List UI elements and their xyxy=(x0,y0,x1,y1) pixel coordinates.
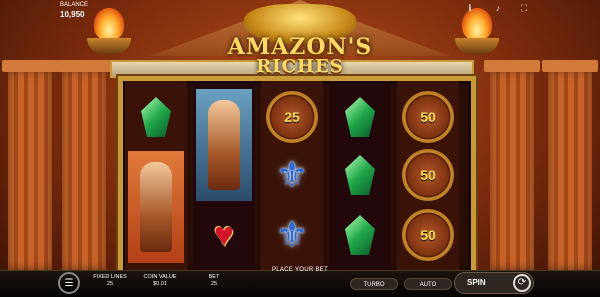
symbol-green-gem xyxy=(332,89,388,145)
shield-icon: 50 xyxy=(402,209,454,261)
temple-pillar-right-inner xyxy=(484,60,540,270)
symbol-red-heart: ♥ xyxy=(196,207,252,263)
symbol-green-gem xyxy=(332,207,388,263)
warrior-blue-icon xyxy=(208,100,240,190)
bet-label: BET xyxy=(208,274,220,280)
logo-line-1: AMAZON'S xyxy=(227,34,373,60)
auto-button[interactable]: AUTO xyxy=(404,278,452,290)
symbol-warrior-woman xyxy=(128,151,184,263)
reel-2: ♥ xyxy=(193,81,255,271)
heart-icon: ♥ xyxy=(213,216,235,254)
shield-icon: 50 xyxy=(402,149,454,201)
symbol-shield: 25 xyxy=(264,89,320,145)
fleur-de-lis-icon: ⚜ xyxy=(275,154,309,195)
reel-4 xyxy=(329,81,391,271)
balance-label: BALANCE xyxy=(60,2,89,8)
torch-left-icon xyxy=(84,6,134,54)
info-icon[interactable]: ℹ xyxy=(464,2,476,14)
symbol-green-gem xyxy=(128,89,184,145)
logo-line-2: RICHES xyxy=(256,56,344,77)
fleur-de-lis-icon: ⚜ xyxy=(275,214,309,255)
green-gem-icon xyxy=(141,97,171,137)
hamburger-icon: ☰ xyxy=(64,277,74,289)
bet-selector[interactable]: BET 25 xyxy=(184,274,244,288)
reel-3: 25 ⚜ ⚜ xyxy=(261,81,323,271)
game-scene: AMAZON'S RICHES ♥ 25 ⚜ ⚜ 50 50 50 BALANC… xyxy=(0,0,600,297)
reel-5: 50 50 50 xyxy=(397,81,459,271)
green-gem-icon xyxy=(345,215,375,255)
balance-value: 10,950 xyxy=(60,10,85,19)
turbo-button[interactable]: TURBO xyxy=(350,278,398,290)
sound-icon[interactable]: ♪ xyxy=(492,2,504,14)
reel-1 xyxy=(125,81,187,271)
symbol-blue-fleur: ⚜ xyxy=(264,207,320,263)
bet-value: 25 xyxy=(210,281,218,287)
shield-icon: 25 xyxy=(266,91,318,143)
reel-frame: ♥ 25 ⚜ ⚜ 50 50 50 xyxy=(118,76,476,276)
symbol-shield: 50 xyxy=(400,89,456,145)
temple-pillar-right xyxy=(542,60,598,270)
green-gem-icon xyxy=(345,155,375,195)
green-gem-icon xyxy=(345,97,375,137)
game-logo: AMAZON'S RICHES xyxy=(205,36,395,76)
symbol-shield: 50 xyxy=(400,147,456,203)
spin-arrows-icon[interactable]: ⟳ xyxy=(513,274,531,292)
warrior-icon xyxy=(140,162,172,252)
coin-value-selector[interactable]: COIN VALUE $0.01 xyxy=(130,274,190,288)
symbol-blue-fleur: ⚜ xyxy=(264,147,320,203)
spin-button[interactable]: SPIN ⟳ xyxy=(454,272,534,294)
coin-value-value: $0.01 xyxy=(153,281,167,287)
temple-pillar-left xyxy=(2,60,58,270)
temple-pillar-left-inner xyxy=(56,60,112,270)
fullscreen-icon[interactable]: ⛶ xyxy=(518,2,530,14)
spin-label: SPIN xyxy=(467,278,486,287)
coin-value-label: COIN VALUE xyxy=(143,274,177,280)
symbol-warrior-woman-blue xyxy=(196,89,252,201)
shield-icon: 50 xyxy=(402,91,454,143)
menu-button[interactable]: ☰ xyxy=(58,272,80,294)
symbol-shield: 50 xyxy=(400,207,456,263)
symbol-green-gem xyxy=(332,147,388,203)
